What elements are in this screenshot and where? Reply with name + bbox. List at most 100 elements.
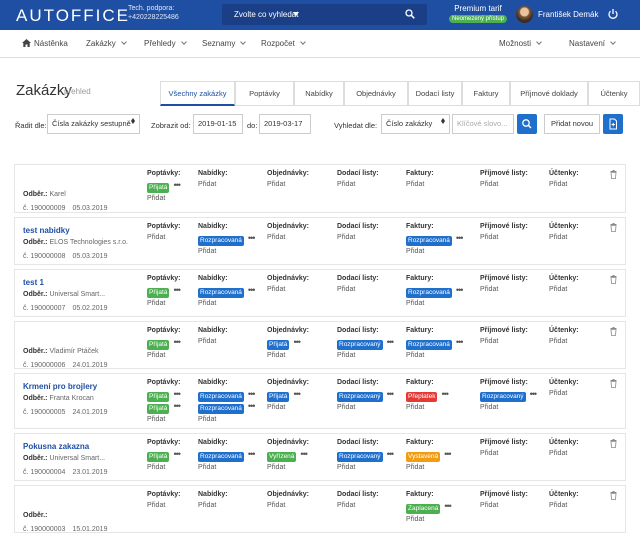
status-badge[interactable]: Vystavená [406,452,441,462]
status-badge[interactable]: Rozpracovaná [198,404,244,414]
more-icon[interactable]: ••• [248,389,256,399]
order-title[interactable]: Krmení pro brojlery [23,382,97,391]
more-icon[interactable]: ••• [387,449,395,459]
date-to-input[interactable]: 2019-03-17 [259,114,311,134]
add-link[interactable]: Přidat [337,464,393,475]
status-badge[interactable]: Přijatá [267,392,290,402]
tab-inquiries[interactable]: Poptávky [235,81,294,106]
add-link[interactable]: Přidat [480,502,528,513]
add-link[interactable]: Přidat [406,181,434,192]
add-link[interactable]: Přidat [267,286,309,297]
status-badge[interactable]: Rozpracovaný [337,452,383,462]
add-link[interactable]: Přidat [147,502,180,513]
order-title[interactable]: Pokusna zakazna [23,442,89,451]
more-icon[interactable]: ••• [248,401,256,411]
add-link[interactable]: Přidat [198,502,228,513]
order-title[interactable]: test 1 [23,278,44,287]
status-badge[interactable]: Přijatá [147,340,170,350]
more-icon[interactable]: ••• [300,449,308,459]
add-link[interactable]: Přidat [267,352,309,363]
add-link[interactable]: Přidat [406,248,462,259]
add-link[interactable]: Přidat [198,248,254,259]
add-link[interactable]: Přidat [337,286,379,297]
search-field-select[interactable]: Číslo zakázky [381,114,450,134]
tariff-info[interactable]: Premium tarif Neomezený přístup [448,4,508,23]
trash-icon[interactable] [610,275,617,286]
status-badge[interactable]: Přeplatek [406,392,438,402]
status-badge[interactable]: Přijatá [147,392,170,402]
add-link[interactable]: Přidat [267,234,309,245]
nav-item-orders[interactable]: Zakázky [86,39,127,48]
order-title[interactable]: test nabidky [23,226,70,235]
search-type-select[interactable]: Zvolte co vyhledat [234,10,298,19]
more-icon[interactable]: ••• [441,389,449,399]
global-search[interactable]: Zvolte co vyhledat [222,4,427,25]
status-badge[interactable]: Přijatá [147,288,170,298]
search-icon[interactable] [405,9,415,21]
trash-icon[interactable] [610,439,617,450]
status-badge[interactable]: Přijatá [267,340,290,350]
more-icon[interactable]: ••• [387,389,395,399]
status-badge[interactable]: Rozpracovaná [406,236,452,246]
add-link[interactable]: Přidat [337,502,379,513]
search-button[interactable] [517,114,537,134]
status-badge[interactable]: Rozpracovaná [198,288,244,298]
more-icon[interactable]: ••• [293,337,301,347]
logo[interactable]: AUTOFFICE [16,6,130,26]
tab-purchase-orders[interactable]: Objednávky [344,81,408,106]
more-icon[interactable]: ••• [456,337,464,347]
status-badge[interactable]: Rozpracovaná [406,340,452,350]
more-icon[interactable]: ••• [530,389,538,399]
trash-icon[interactable] [610,491,617,502]
add-link[interactable]: Přidat [198,181,228,192]
date-from-input[interactable]: 2019-01-15 [193,114,243,134]
add-new-button[interactable]: Přidat novou [544,114,600,134]
more-icon[interactable]: ••• [456,233,464,243]
nav-item-lists[interactable]: Seznamy [202,39,247,48]
trash-icon[interactable] [610,223,617,234]
add-link[interactable]: Přidat [147,300,180,311]
add-link[interactable]: Přidat [337,234,379,245]
status-badge[interactable]: Rozpracovaná [406,288,452,298]
trash-icon[interactable] [610,327,617,338]
more-icon[interactable]: ••• [444,449,452,459]
user-name[interactable]: František Demák [538,10,598,19]
power-icon[interactable] [607,8,619,22]
add-link[interactable]: Přidat [406,300,462,311]
more-icon[interactable]: ••• [173,389,181,399]
add-link[interactable]: Přidat [147,464,180,475]
more-icon[interactable]: ••• [456,285,464,295]
add-link[interactable]: Přidat [480,286,528,297]
add-link[interactable]: Přidat [406,352,462,363]
status-badge[interactable]: Přijatá [147,183,170,193]
add-link[interactable]: Přidat [549,450,579,461]
nav-item-options[interactable]: Možnosti [499,39,542,48]
add-link[interactable]: Přidat [147,234,180,245]
add-link[interactable]: Přidat [198,338,228,349]
add-link[interactable]: Přidat [147,195,180,206]
status-badge[interactable]: Vyřízená [267,452,297,462]
tab-all-orders[interactable]: Všechny zakázky [160,81,235,106]
support-phone[interactable]: +420228225486 [128,13,179,22]
add-link[interactable]: Přidat [406,404,448,415]
status-badge[interactable]: Rozpracovaný [337,340,383,350]
more-icon[interactable]: ••• [444,501,452,511]
more-icon[interactable]: ••• [248,449,256,459]
tab-offers[interactable]: Nabídky [294,81,344,106]
more-icon[interactable]: ••• [293,389,301,399]
add-link[interactable]: Přidat [480,450,528,461]
chevron-down-icon[interactable] [293,12,299,16]
add-link[interactable]: Přidat [549,234,579,245]
tab-bills[interactable]: Účtenky [588,81,640,106]
more-icon[interactable]: ••• [248,285,256,295]
add-link[interactable]: Přidat [480,181,528,192]
status-badge[interactable]: Rozpracovaná [198,236,244,246]
tab-invoices[interactable]: Faktury [462,81,510,106]
more-icon[interactable]: ••• [248,233,256,243]
add-link[interactable]: Přidat [406,516,451,527]
more-icon[interactable]: ••• [173,285,181,295]
add-link[interactable]: Přidat [549,390,579,401]
nav-item-settings[interactable]: Nastavení [569,39,616,48]
status-badge[interactable]: Rozpracovaný [337,392,383,402]
add-link[interactable]: Přidat [480,404,536,415]
